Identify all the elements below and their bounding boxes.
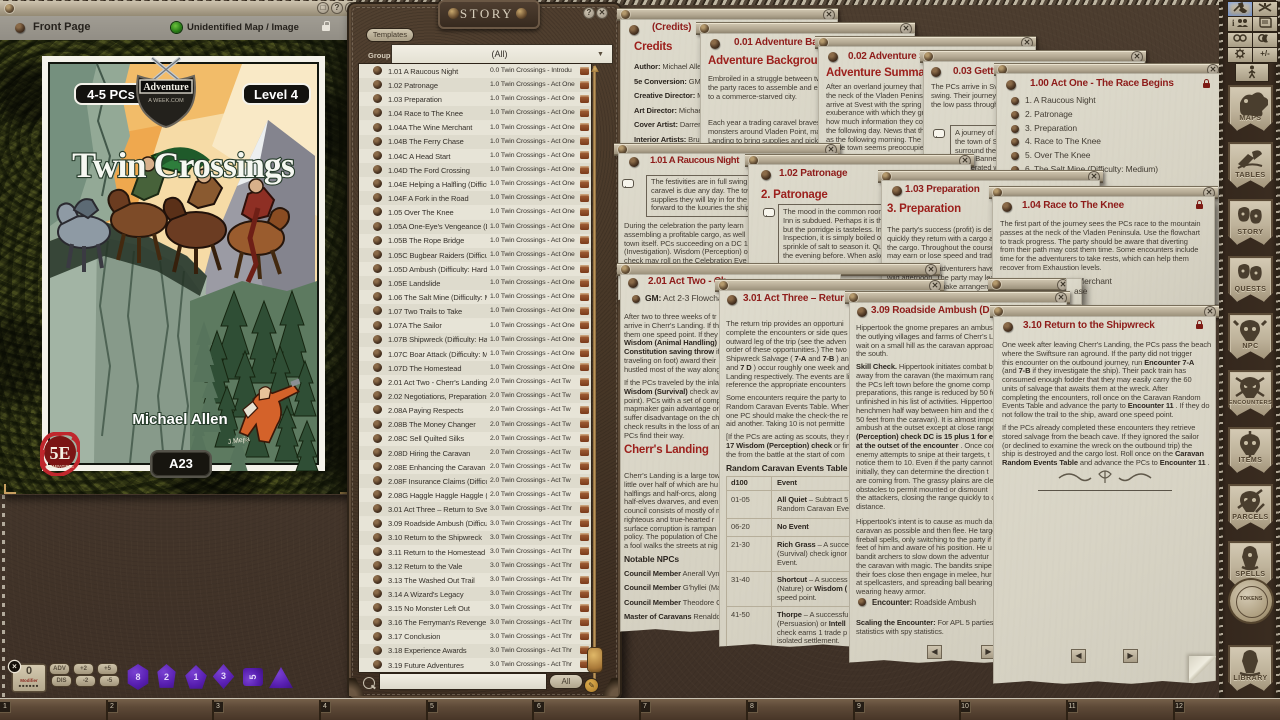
- svg-text:Twin Crossings: Twin Crossings: [72, 145, 295, 185]
- svg-text:COMPATIBLE: COMPATIBLE: [46, 464, 74, 469]
- svg-text:Level 4: Level 4: [254, 87, 299, 102]
- svg-text:A WEEK.COM: A WEEK.COM: [148, 98, 184, 104]
- svg-text:i: i: [1232, 18, 1235, 28]
- svg-text:4-5 PCs: 4-5 PCs: [87, 87, 135, 102]
- svg-text:Michael Allen: Michael Allen: [132, 411, 227, 428]
- svg-text:Adventure: Adventure: [143, 82, 189, 93]
- svg-text:5E: 5E: [49, 443, 70, 463]
